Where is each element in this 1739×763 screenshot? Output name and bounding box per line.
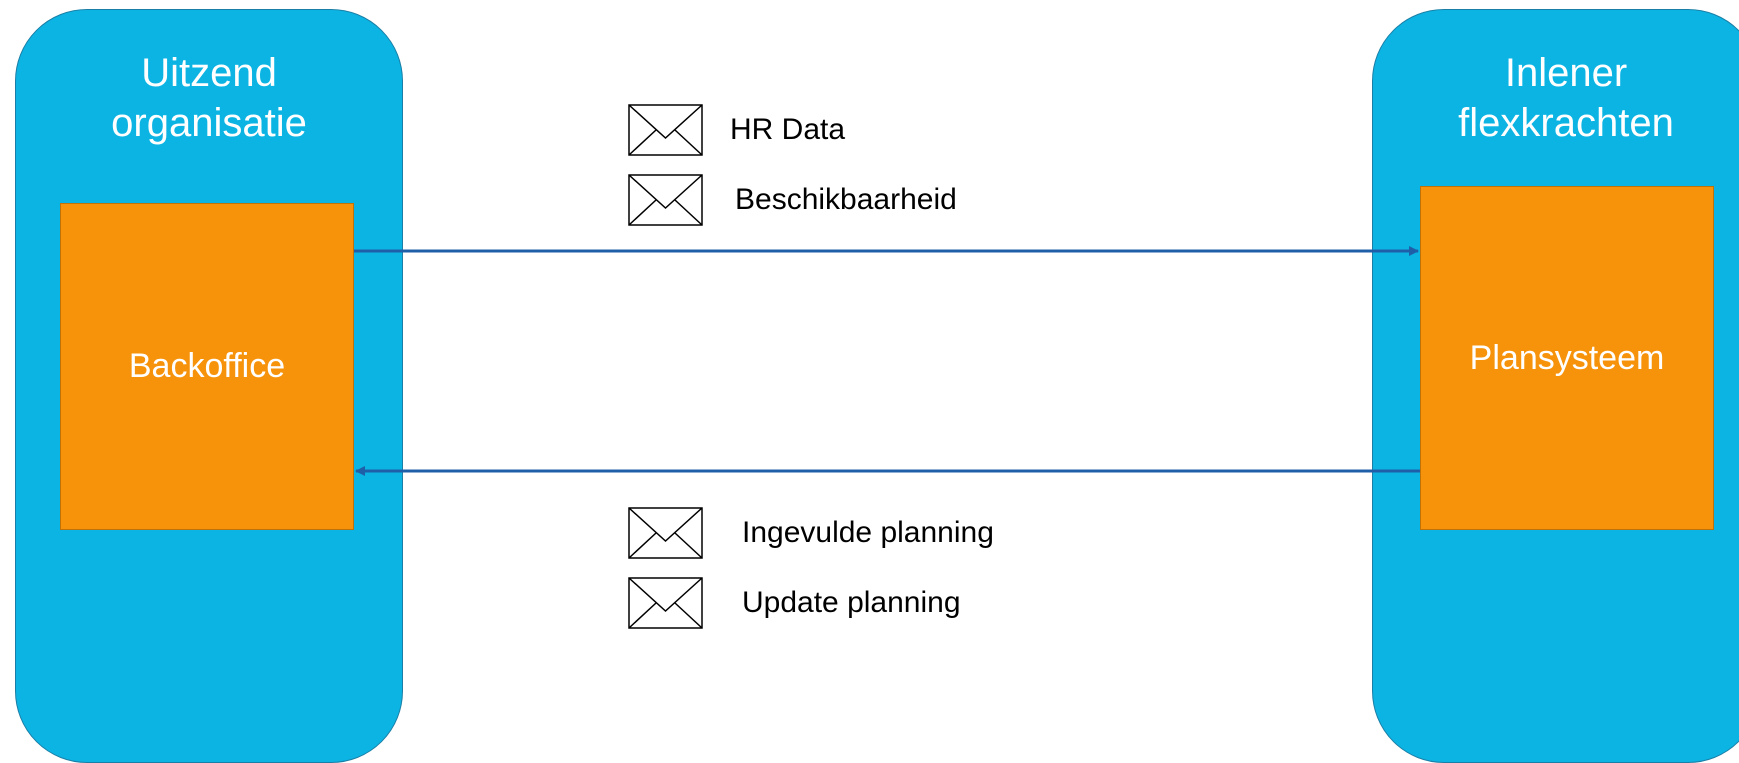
- envelope-icon: [628, 174, 703, 226]
- envelope-icon: [628, 507, 703, 559]
- message-hr-data: HR Data: [628, 104, 845, 156]
- message-label: Update planning: [742, 586, 961, 619]
- message-update-planning: Update planning: [628, 577, 961, 629]
- message-label: Ingevulde planning: [742, 516, 994, 549]
- message-ingevulde-planning: Ingevulde planning: [628, 507, 994, 559]
- envelope-icon: [628, 104, 703, 156]
- message-label: Beschikbaarheid: [735, 183, 957, 216]
- flow-arrows: [354, 246, 1420, 476]
- envelope-icon: [628, 577, 703, 629]
- message-beschikbaarheid: Beschikbaarheid: [628, 174, 957, 226]
- message-label: HR Data: [730, 113, 846, 146]
